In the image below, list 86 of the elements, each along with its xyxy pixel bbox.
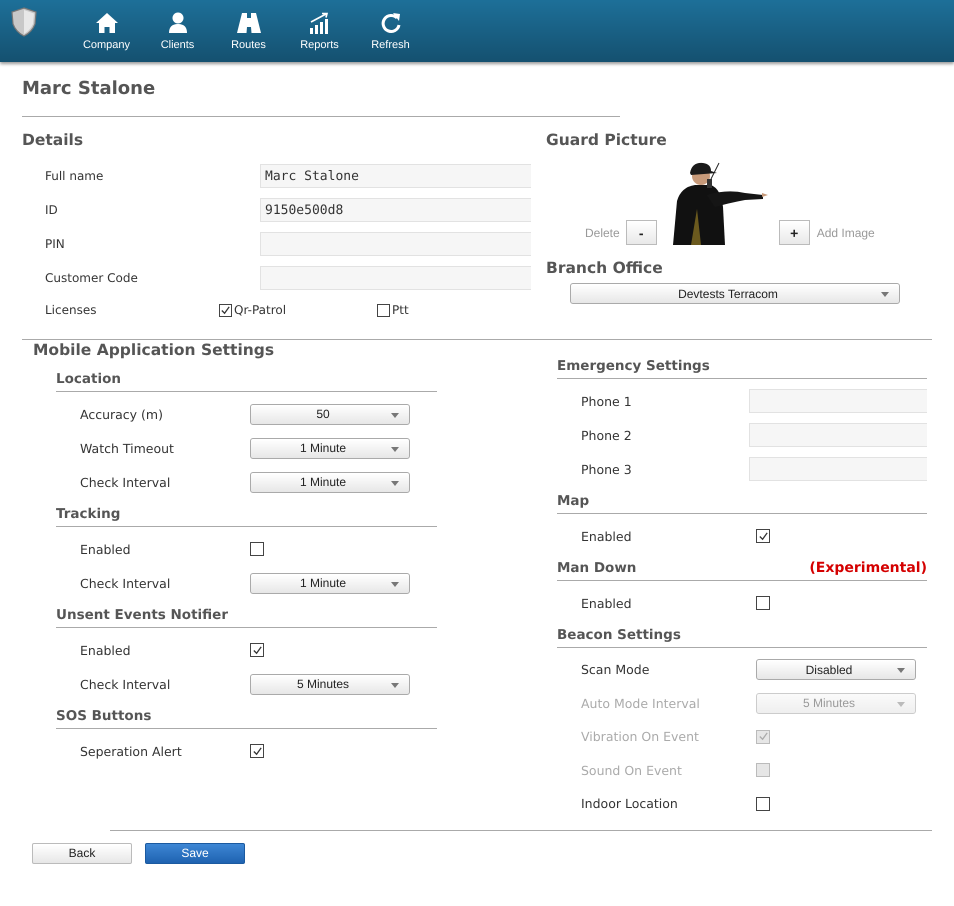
- caret-icon: [391, 412, 399, 418]
- setting-label: Check Interval: [80, 474, 172, 490]
- setting-label: Accuracy (m): [80, 406, 164, 422]
- subsection-heading: Man Down: [557, 560, 636, 576]
- subsection-heading: Emergency Settings: [557, 358, 710, 374]
- page-title: Marc Stalone: [22, 78, 156, 101]
- setting-label: Sound On Event: [581, 762, 683, 778]
- action-button[interactable]: Save: [145, 842, 245, 864]
- setting-label: Vibration On Event: [581, 729, 700, 744]
- dropdown[interactable]: 5 Minutes: [250, 674, 410, 694]
- road-icon: [236, 12, 262, 34]
- field-label: ID: [45, 203, 59, 217]
- input-field[interactable]: [749, 423, 927, 447]
- section-heading: Branch Office: [546, 259, 664, 277]
- house-icon: [94, 12, 118, 34]
- setting-label: Enabled: [80, 542, 132, 556]
- delete-label: Delete: [585, 226, 620, 240]
- setting-label: Auto Mode Interval: [581, 696, 701, 711]
- setting-label: Check Interval: [80, 676, 172, 692]
- field-label: Licenses: [45, 303, 98, 317]
- caret-icon: [391, 480, 399, 486]
- dropdown[interactable]: 1 Minute: [250, 472, 410, 492]
- checkbox[interactable]: [250, 643, 264, 657]
- setting-label: Enabled: [581, 528, 633, 544]
- setting-label: Seperation Alert: [80, 744, 183, 758]
- setting-label: Scan Mode: [581, 662, 650, 678]
- section-heading: Guard Picture: [546, 131, 668, 149]
- subsection-heading: Unsent Events Notifier: [56, 607, 228, 623]
- checkbox[interactable]: [756, 529, 770, 543]
- setting-label: Check Interval: [80, 576, 172, 590]
- input-field[interactable]: [749, 389, 927, 413]
- checkbox[interactable]: [756, 596, 770, 610]
- caret-icon: [391, 682, 399, 688]
- setting-label: Phone 2: [581, 428, 633, 442]
- nav-item[interactable]: Company: [71, 12, 142, 50]
- caret-icon: [391, 446, 399, 452]
- caret-icon: [897, 702, 905, 707]
- checkbox[interactable]: [377, 304, 390, 316]
- license-label: Ptt: [392, 303, 409, 317]
- dropdown[interactable]: 50: [250, 404, 410, 424]
- subsection-heading: SOS Buttons: [56, 708, 152, 724]
- subsection-heading: Location: [56, 371, 121, 387]
- setting-label: Phone 1: [581, 394, 633, 408]
- shield-icon: [11, 7, 37, 37]
- branch-office-dropdown[interactable]: Devtests Terracom: [570, 283, 900, 304]
- caret-icon: [897, 668, 905, 674]
- input-field[interactable]: Marc Stalone: [260, 164, 531, 188]
- setting-label: Watch Timeout: [80, 440, 175, 456]
- setting-label: Enabled: [581, 596, 633, 610]
- nav-item[interactable]: Clients: [142, 12, 213, 50]
- add-image-label: Add Image: [816, 226, 875, 240]
- caret-icon: [881, 292, 889, 297]
- dropdown[interactable]: 1 Minute: [250, 572, 410, 594]
- field-label: PIN: [45, 237, 66, 251]
- action-button[interactable]: Back: [32, 842, 132, 864]
- checkbox[interactable]: [219, 304, 232, 316]
- caret-icon: [391, 582, 399, 586]
- refresh-icon: [380, 12, 402, 34]
- dropdown[interactable]: Disabled: [756, 659, 916, 680]
- checkbox[interactable]: [250, 542, 264, 556]
- input-field[interactable]: [260, 266, 531, 290]
- input-field[interactable]: [749, 457, 927, 481]
- nav-item[interactable]: Routes: [213, 12, 284, 50]
- input-field[interactable]: [260, 232, 531, 256]
- bar-chart-icon: [308, 12, 330, 34]
- remove-image-button[interactable]: -: [626, 220, 657, 245]
- section-heading: Details: [22, 131, 84, 149]
- setting-label: Phone 3: [581, 462, 633, 476]
- subsection-heading: Tracking: [56, 506, 120, 522]
- subsection-heading: Beacon Settings: [557, 627, 681, 643]
- setting-label: Indoor Location: [581, 796, 679, 812]
- add-image-button[interactable]: +: [778, 220, 810, 245]
- setting-label: Enabled: [80, 642, 132, 658]
- field-label: Customer Code: [45, 271, 139, 285]
- license-label: Qr-Patrol: [234, 303, 286, 317]
- checkbox[interactable]: [250, 744, 264, 758]
- nav-item[interactable]: Reports: [284, 12, 355, 50]
- person-icon: [168, 12, 188, 34]
- nav-item[interactable]: Refresh: [355, 12, 426, 50]
- dropdown[interactable]: 1 Minute: [250, 438, 410, 458]
- checkbox[interactable]: [756, 796, 770, 811]
- field-label: Full name: [45, 169, 104, 183]
- section-heading: Mobile Application Settings: [33, 341, 276, 359]
- input-field[interactable]: 9150e500d8: [260, 198, 531, 222]
- experimental-note: (Experimental): [809, 560, 927, 576]
- subsection-heading: Map: [557, 493, 590, 509]
